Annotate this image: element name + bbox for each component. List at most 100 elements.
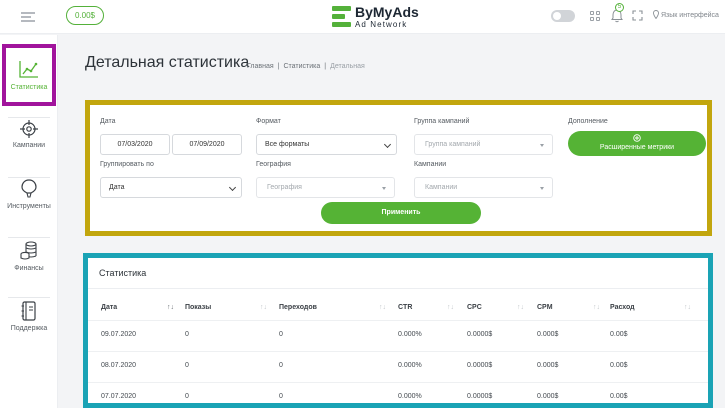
dropdown-arrow-icon bbox=[540, 187, 544, 190]
notification-count-badge: 5 bbox=[615, 3, 624, 12]
column-header-cpm[interactable]: CPM bbox=[537, 304, 553, 311]
breadcrumb: Главная | Статистика | Детальная bbox=[247, 63, 369, 70]
breadcrumb-current: Детальная bbox=[330, 63, 365, 70]
sort-icon[interactable]: ↑↓ bbox=[447, 304, 454, 311]
language-selector[interactable]: Язык интерфейса bbox=[661, 12, 719, 19]
filter-panel: Дата 07/03/2020 07/09/2020 Формат Все фо… bbox=[85, 100, 712, 236]
column-header-clicks[interactable]: Переходов bbox=[279, 304, 317, 311]
date-from-input[interactable]: 07/03/2020 bbox=[100, 134, 170, 155]
logo[interactable]: ByMyAds Ad Network bbox=[332, 4, 422, 30]
sidebar-item-label: Кампании bbox=[12, 142, 46, 149]
column-header-ctr[interactable]: CTR bbox=[398, 304, 412, 311]
breadcrumb-separator: | bbox=[324, 63, 327, 70]
notebook-icon bbox=[21, 301, 36, 321]
cell-spend: 0.00$ bbox=[610, 393, 628, 400]
balloon-icon bbox=[21, 179, 37, 198]
campaigns-select[interactable]: Кампании bbox=[414, 177, 553, 198]
campaign-group-label: Группа кампаний bbox=[414, 118, 470, 125]
logo-name: ByMyAds bbox=[355, 4, 419, 20]
cell-impressions: 0 bbox=[185, 362, 189, 369]
table-row: 07.07.2020 0 0 0.000% 0.0000$ 0.000$ 0.0… bbox=[88, 382, 708, 408]
sidebar-item-label: Инструменты bbox=[7, 203, 51, 210]
cell-date: 09.07.2020 bbox=[101, 331, 137, 338]
format-select-value: Все форматы bbox=[265, 141, 310, 148]
chevron-down-icon bbox=[383, 140, 392, 149]
top-bar: 0.00$ ByMyAds Ad Network 5 Язык интерфей… bbox=[0, 0, 725, 34]
sort-icon[interactable]: ↑↓ bbox=[593, 304, 600, 311]
column-header-spend[interactable]: Расход bbox=[610, 304, 635, 311]
sort-icon[interactable]: ↑↓ bbox=[260, 304, 267, 311]
geo-label: География bbox=[256, 161, 291, 168]
group-by-label: Группировать по bbox=[100, 161, 154, 168]
sort-icon[interactable]: ↑↓ bbox=[379, 304, 386, 311]
date-to-input[interactable]: 07/09/2020 bbox=[172, 134, 242, 155]
cell-date: 08.07.2020 bbox=[101, 362, 137, 369]
location-pin-icon bbox=[653, 10, 659, 19]
chart-icon bbox=[19, 61, 38, 78]
apply-button[interactable]: Применить bbox=[321, 202, 481, 224]
table-row: 08.07.2020 0 0 0.000% 0.0000$ 0.000$ 0.0… bbox=[88, 351, 708, 382]
cell-ctr: 0.000% bbox=[398, 393, 422, 400]
campaign-group-select[interactable]: Группа кампаний bbox=[414, 134, 553, 155]
sidebar-item-campaigns[interactable]: Кампании bbox=[0, 119, 58, 179]
group-by-select[interactable]: Дата bbox=[100, 177, 242, 198]
sidebar-item-statistics[interactable]: Статистика bbox=[2, 44, 56, 106]
column-header-cpc[interactable]: CPC bbox=[467, 304, 482, 311]
cell-ctr: 0.000% bbox=[398, 331, 422, 338]
cell-clicks: 0 bbox=[279, 393, 283, 400]
cell-spend: 0.00$ bbox=[610, 362, 628, 369]
coins-icon bbox=[20, 241, 37, 260]
sort-icon[interactable]: ↑↓ bbox=[684, 304, 691, 311]
cell-cpc: 0.0000$ bbox=[467, 362, 493, 369]
table-row: 09.07.2020 0 0 0.000% 0.0000$ 0.000$ 0.0… bbox=[88, 320, 708, 351]
breadcrumb-separator: | bbox=[277, 63, 280, 70]
sidebar: Статистика Кампании Инструменты Финансы bbox=[0, 35, 58, 408]
extended-metrics-button[interactable]: Расширенные метрики bbox=[568, 131, 706, 156]
cell-cpm: 0.000$ bbox=[537, 362, 559, 369]
group-by-value: Дата bbox=[109, 184, 125, 191]
stats-title: Статистика bbox=[99, 268, 147, 278]
dropdown-arrow-icon bbox=[382, 187, 386, 190]
logo-subtitle: Ad Network bbox=[355, 20, 408, 29]
column-header-date[interactable]: Дата bbox=[101, 304, 117, 311]
page-title: Детальная статистика bbox=[85, 54, 250, 71]
sidebar-item-label: Финансы bbox=[14, 265, 44, 272]
sidebar-item-tools[interactable]: Инструменты bbox=[0, 179, 58, 239]
campaigns-label: Кампании bbox=[414, 161, 447, 168]
cell-cpm: 0.000$ bbox=[537, 331, 559, 338]
extended-metrics-label: Расширенные метрики bbox=[599, 144, 675, 151]
cell-cpc: 0.0000$ bbox=[467, 331, 493, 338]
cell-impressions: 0 bbox=[185, 393, 189, 400]
fullscreen-icon[interactable] bbox=[632, 10, 643, 21]
geo-placeholder: География bbox=[267, 184, 302, 191]
geo-select[interactable]: География bbox=[256, 177, 395, 198]
campaign-group-placeholder: Группа кампаний bbox=[425, 141, 481, 148]
cell-impressions: 0 bbox=[185, 331, 189, 338]
cell-date: 07.07.2020 bbox=[101, 393, 137, 400]
menu-icon[interactable] bbox=[21, 12, 35, 22]
cell-ctr: 0.000% bbox=[398, 362, 422, 369]
cell-cpm: 0.000$ bbox=[537, 393, 559, 400]
cell-clicks: 0 bbox=[279, 331, 283, 338]
sidebar-item-label: Статистика bbox=[10, 84, 48, 91]
cell-cpc: 0.0000$ bbox=[467, 393, 493, 400]
sort-icon[interactable]: ↑↓ bbox=[517, 304, 524, 311]
extra-label: Дополнение bbox=[568, 118, 608, 125]
cell-clicks: 0 bbox=[279, 362, 283, 369]
column-header-impressions[interactable]: Показы bbox=[185, 304, 211, 311]
logo-icon bbox=[332, 6, 351, 28]
sort-active-icon[interactable]: ↑↓ bbox=[167, 304, 174, 311]
apps-grid-icon[interactable] bbox=[590, 11, 600, 21]
plus-circle-icon bbox=[633, 134, 641, 142]
format-label: Формат bbox=[256, 118, 281, 125]
target-icon bbox=[20, 120, 38, 138]
campaigns-placeholder: Кампании bbox=[425, 184, 458, 191]
theme-toggle[interactable] bbox=[551, 10, 575, 22]
sidebar-item-finance[interactable]: Финансы bbox=[0, 241, 58, 301]
breadcrumb-home[interactable]: Главная bbox=[247, 63, 274, 70]
format-select[interactable]: Все форматы bbox=[256, 134, 397, 155]
sidebar-item-support[interactable]: Поддержка bbox=[0, 301, 58, 361]
breadcrumb-statistics[interactable]: Статистика bbox=[283, 63, 320, 70]
date-label: Дата bbox=[100, 118, 116, 125]
balance-button[interactable]: 0.00$ bbox=[66, 6, 104, 25]
